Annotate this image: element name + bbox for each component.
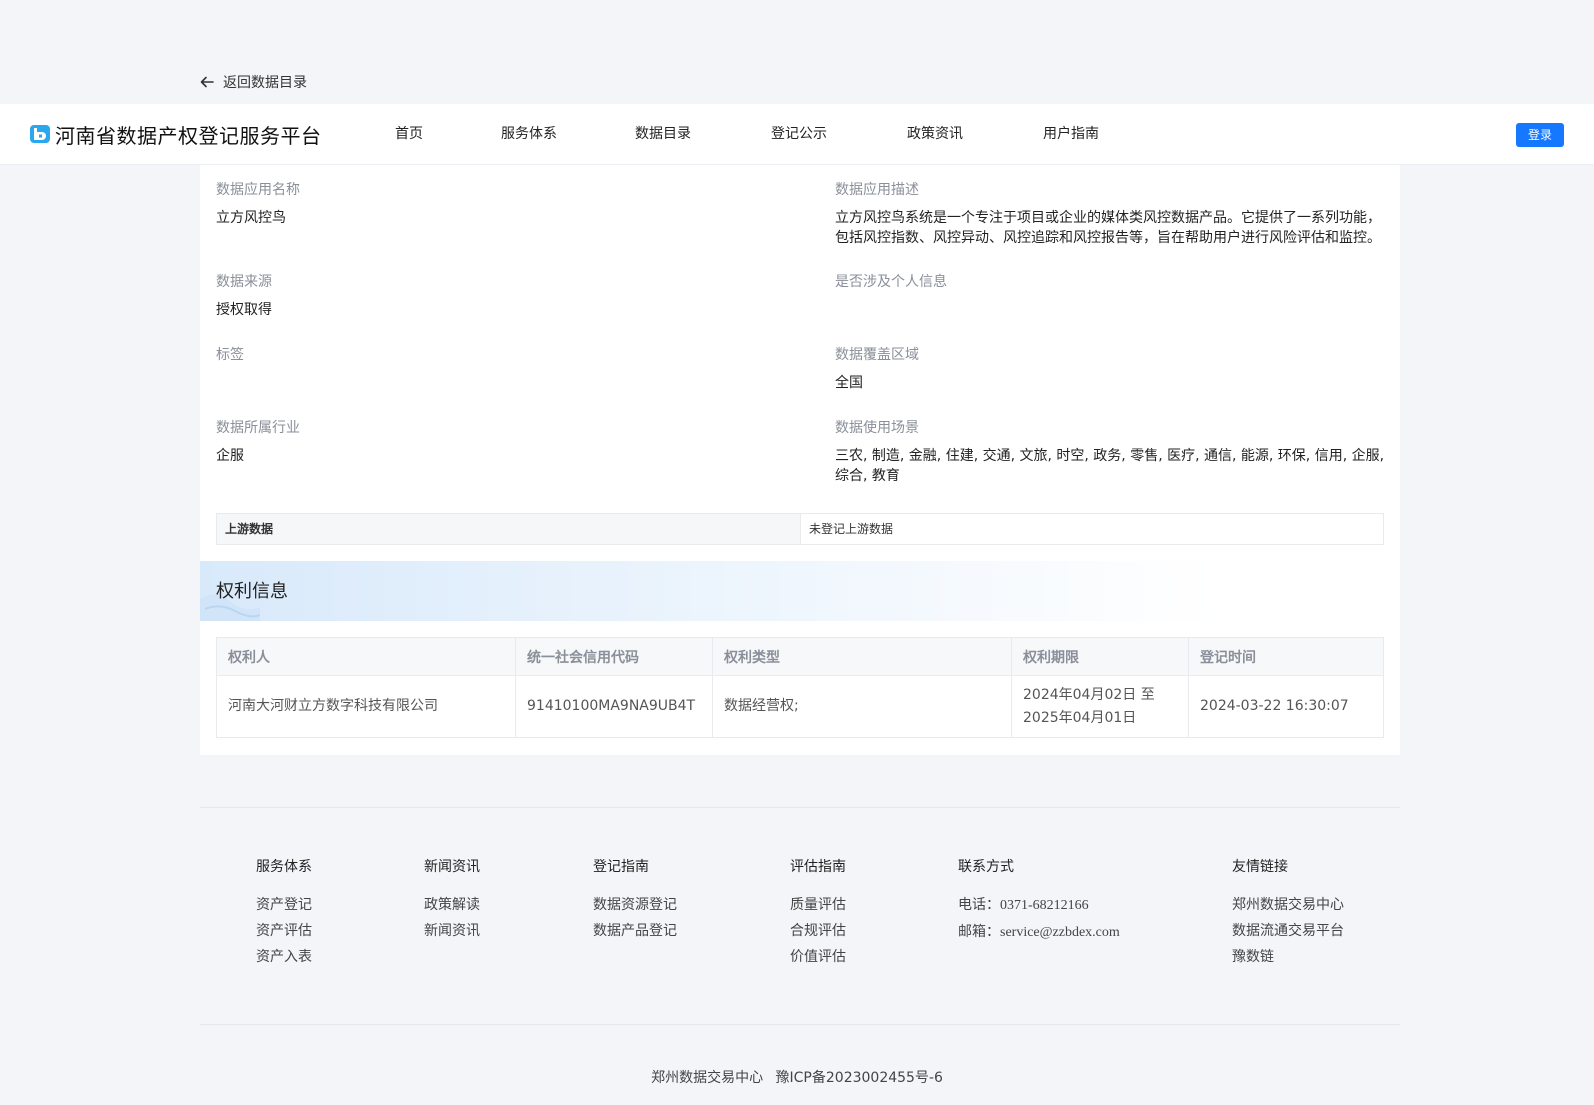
field-value: 立方风控鸟系统是一个专注于项目或企业的媒体类风控数据产品。它提供了一系列功能，包… — [835, 210, 1381, 246]
field-industry: 数据所属行业 企服 — [216, 419, 300, 466]
field-tags: 标签 — [216, 346, 244, 373]
cell-rights-type: 数据经营权; — [712, 675, 1012, 738]
upstream-value: 未登记上游数据 — [809, 522, 894, 536]
field-label: 数据来源 — [216, 274, 272, 290]
footer-col-links: 友情链接 郑州数据交易中心 数据流通交易平台 豫数链 — [1232, 858, 1344, 974]
copyright-org: 郑州数据交易中心 — [651, 1070, 764, 1086]
field-region: 数据覆盖区域 全国 — [835, 346, 919, 393]
cell-registered-time: 2024-03-22 16:30:07 — [1188, 675, 1384, 738]
col-rights-type: 权利类型 — [712, 637, 1012, 676]
field-app-name: 数据应用名称 立方风控鸟 — [216, 181, 300, 228]
field-label: 是否涉及个人信息 — [835, 274, 947, 290]
icp-number[interactable]: 豫ICP备2023002455号-6 — [776, 1070, 943, 1086]
footer-link-quality-eval[interactable]: 质量评估 — [790, 896, 846, 914]
field-app-desc: 数据应用描述 立方风控鸟系统是一个专注于项目或企业的媒体类风控数据产品。它提供了… — [835, 181, 1385, 248]
field-value: 全国 — [835, 375, 863, 391]
footer-col-title: 登记指南 — [593, 859, 649, 875]
footer-link-asset-evaluation[interactable]: 资产评估 — [256, 922, 312, 940]
field-value: 立方风控鸟 — [216, 210, 286, 226]
cell-credit-code: 91410100MA9NA9UB4T — [515, 675, 713, 738]
data-registry-logo-icon — [30, 125, 50, 143]
field-label: 数据所属行业 — [216, 420, 300, 436]
footer-col-title: 友情链接 — [1232, 859, 1288, 875]
period-start: 2024年04月02日 至 — [1023, 686, 1155, 703]
footer-col-title: 新闻资讯 — [424, 859, 480, 875]
upstream-data-row: 上游数据 未登记上游数据 — [216, 513, 1384, 545]
footer-link-asset-register[interactable]: 资产登记 — [256, 896, 312, 914]
contact-email: 邮箱：service@zzbdex.com — [958, 923, 1120, 942]
email-label: 邮箱： — [958, 924, 1000, 940]
footer-col-eval-guide: 评估指南 质量评估 合规评估 价值评估 — [790, 858, 846, 974]
brand-name: 河南省数据产权登记服务平台 — [55, 123, 322, 148]
footer-link-yu-chain[interactable]: 豫数链 — [1232, 948, 1344, 966]
field-value: 企服 — [216, 448, 244, 464]
field-label: 数据应用名称 — [216, 182, 300, 198]
footer-col-title: 评估指南 — [790, 859, 846, 875]
footer-link-resource-register[interactable]: 数据资源登记 — [593, 896, 677, 914]
field-label: 数据使用场景 — [835, 420, 919, 436]
field-label: 数据覆盖区域 — [835, 347, 919, 363]
email-value[interactable]: service@zzbdex.com — [1000, 925, 1120, 940]
field-label: 标签 — [216, 347, 244, 363]
footer-link-value-eval[interactable]: 价值评估 — [790, 948, 846, 966]
table-header-row: 权利人 统一社会信用代码 权利类型 权利期限 登记时间 — [216, 637, 1384, 676]
footer-link-news[interactable]: 新闻资讯 — [424, 922, 480, 940]
footer-link-compliance-eval[interactable]: 合规评估 — [790, 922, 846, 940]
rights-table: 权利人 统一社会信用代码 权利类型 权利期限 登记时间 河南大河财立方数字科技有… — [216, 637, 1384, 738]
nav-menu: 首页 服务体系 数据目录 登记公示 政策资讯 用户指南 — [395, 104, 1123, 165]
footer-col-title: 联系方式 — [958, 859, 1014, 875]
footer-col-service: 服务体系 资产登记 资产评估 资产入表 — [256, 858, 312, 974]
phone-value: 0371-68212166 — [1000, 898, 1089, 913]
nav-item-public-notice[interactable]: 登记公示 — [771, 104, 907, 165]
footer-link-asset-booking[interactable]: 资产入表 — [256, 948, 312, 966]
nav-item-services[interactable]: 服务体系 — [501, 104, 635, 165]
field-personal-info: 是否涉及个人信息 — [835, 273, 947, 300]
footer-col-contact: 联系方式 电话：0371-68212166 邮箱：service@zzbdex.… — [958, 858, 1120, 950]
col-credit-code: 统一社会信用代码 — [515, 637, 713, 676]
field-source: 数据来源 授权取得 — [216, 273, 272, 320]
field-scenario: 数据使用场景 三农, 制造, 金融, 住建, 交通, 文旅, 时空, 政务, 零… — [835, 419, 1385, 486]
col-rights-period: 权利期限 — [1011, 637, 1189, 676]
footer-divider — [200, 807, 1400, 808]
footer-col-register-guide: 登记指南 数据资源登记 数据产品登记 — [593, 858, 677, 948]
field-value: 三农, 制造, 金融, 住建, 交通, 文旅, 时空, 政务, 零售, 医疗, … — [835, 448, 1385, 484]
nav-item-policy[interactable]: 政策资讯 — [907, 104, 1043, 165]
back-link-label: 返回数据目录 — [223, 75, 307, 91]
field-value: 授权取得 — [216, 302, 272, 318]
nav-item-home[interactable]: 首页 — [395, 104, 501, 165]
footer-col-title: 服务体系 — [256, 859, 312, 875]
table-row: 河南大河财立方数字科技有限公司 91410100MA9NA9UB4T 数据经营权… — [216, 675, 1384, 738]
login-button[interactable]: 登录 — [1516, 123, 1564, 147]
col-holder: 权利人 — [216, 637, 516, 676]
back-to-catalog-link[interactable]: 返回数据目录 — [200, 72, 307, 92]
col-registered-time: 登记时间 — [1188, 637, 1384, 676]
contact-phone: 电话：0371-68212166 — [958, 896, 1120, 915]
cell-rights-period: 2024年04月02日 至 2025年04月01日 — [1011, 675, 1189, 738]
footer-link-zz-exchange[interactable]: 郑州数据交易中心 — [1232, 896, 1344, 914]
footer-link-trade-platform[interactable]: 数据流通交易平台 — [1232, 922, 1344, 940]
top-navigation: 河南省数据产权登记服务平台 首页 服务体系 数据目录 登记公示 政策资讯 用户指… — [0, 104, 1594, 165]
nav-item-catalog[interactable]: 数据目录 — [635, 104, 771, 165]
copyright-bar: 郑州数据交易中心 豫ICP备2023002455号-6 — [0, 1067, 1594, 1087]
footer-divider — [200, 1024, 1400, 1025]
field-label: 数据应用描述 — [835, 182, 919, 198]
footer-col-news: 新闻资讯 政策解读 新闻资讯 — [424, 858, 480, 948]
brand[interactable]: 河南省数据产权登记服务平台 — [30, 120, 322, 149]
upstream-label: 上游数据 — [217, 514, 801, 544]
section-title: 权利信息 — [216, 581, 288, 602]
nav-item-guide[interactable]: 用户指南 — [1043, 104, 1123, 165]
rights-section-header: 权利信息 — [200, 561, 1400, 621]
period-end: 2025年04月01日 — [1023, 709, 1137, 726]
detail-card: 数据应用名称 立方风控鸟 数据应用描述 立方风控鸟系统是一个专注于项目或企业的媒… — [200, 165, 1400, 755]
arrow-left-icon — [200, 76, 214, 88]
footer-link-policy-interpretation[interactable]: 政策解读 — [424, 896, 480, 914]
cell-holder: 河南大河财立方数字科技有限公司 — [216, 675, 516, 738]
phone-label: 电话： — [958, 897, 1000, 913]
footer-link-product-register[interactable]: 数据产品登记 — [593, 922, 677, 940]
